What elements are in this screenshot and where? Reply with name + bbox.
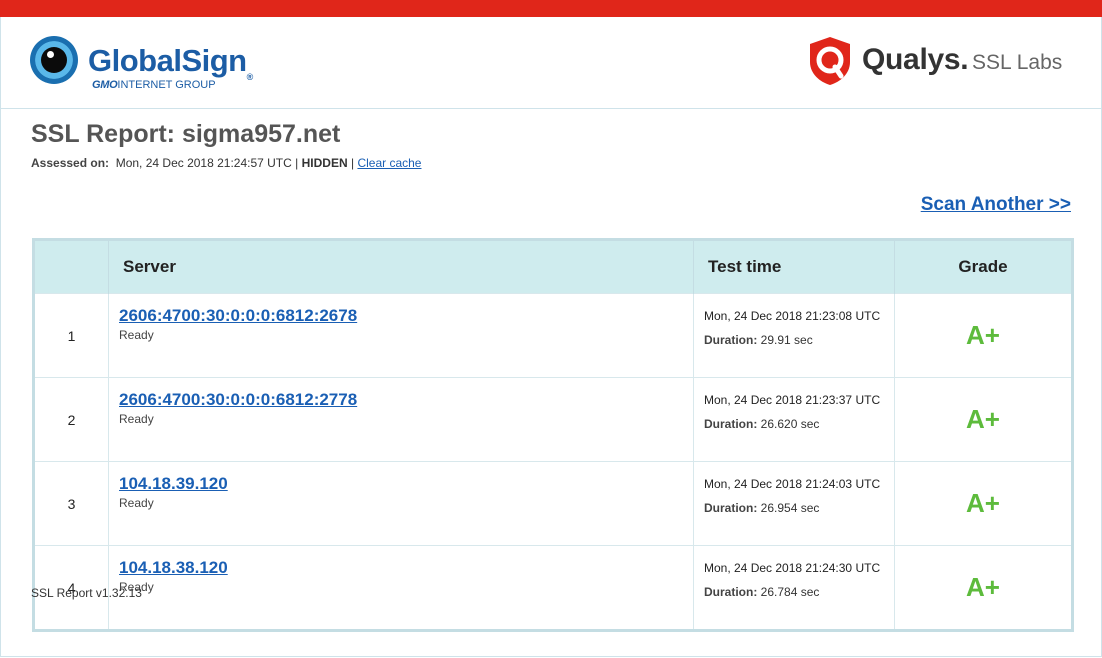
servers-table: Server Test time Grade 1 2606:4700:30:0:… — [32, 238, 1074, 632]
table-row: 3 104.18.39.120 Ready Mon, 24 Dec 2018 21… — [33, 461, 1073, 546]
grade[interactable]: A+ — [894, 293, 1073, 378]
separator: | — [350, 156, 355, 170]
grade[interactable]: A+ — [894, 545, 1073, 631]
header-divider — [0, 108, 1102, 109]
hidden-label: HIDDEN — [301, 156, 348, 170]
qualys-shield-icon — [810, 37, 850, 85]
table-row: 4 104.18.38.120 Ready Mon, 24 Dec 2018 21… — [33, 545, 1073, 631]
test-time: Mon, 24 Dec 2018 21:23:37 UTC — [704, 393, 881, 407]
table-row: 2 2606:4700:30:0:0:0:6812:2778 Ready Mon,… — [33, 377, 1073, 462]
row-number: 1 — [33, 293, 109, 378]
col-server-header: Server — [108, 239, 694, 294]
assessed-label: Assessed on: — [31, 156, 110, 170]
duration: Duration: 26.784 sec — [704, 585, 820, 599]
server-link[interactable]: 2606:4700:30:0:0:0:6812:2678 — [119, 306, 693, 326]
duration: Duration: 29.91 sec — [704, 333, 813, 347]
server-link[interactable]: 104.18.39.120 — [119, 474, 693, 494]
assessed-info: Assessed on: Mon, 24 Dec 2018 21:24:57 U… — [31, 156, 421, 171]
footer-version: SSL Report v1.32.13 — [31, 586, 142, 600]
clear-cache-link[interactable]: Clear cache — [357, 156, 421, 170]
gmo-internet-group: GMOINTERNET GROUP — [92, 79, 216, 91]
test-time: Mon, 24 Dec 2018 21:23:08 UTC — [704, 309, 881, 323]
globalsign-wordmark: GlobalSign® — [88, 43, 253, 83]
duration: Duration: 26.954 sec — [704, 501, 820, 515]
server-status: Ready — [119, 328, 154, 342]
row-number: 2 — [33, 377, 109, 462]
row-number: 3 — [33, 461, 109, 546]
server-link[interactable]: 2606:4700:30:0:0:0:6812:2778 — [119, 390, 693, 410]
page-title: SSL Report: sigma957.net — [31, 120, 341, 148]
qualys-ssl-labs-logo[interactable]: Qualys. SSL Labs — [808, 36, 1078, 86]
grade[interactable]: A+ — [894, 377, 1073, 462]
col-grade-header: Grade — [894, 239, 1073, 294]
eye-logo-icon — [30, 36, 78, 84]
test-time: Mon, 24 Dec 2018 21:24:03 UTC — [704, 477, 881, 491]
assessed-value: Mon, 24 Dec 2018 21:24:57 UTC — [115, 156, 292, 170]
grade[interactable]: A+ — [894, 461, 1073, 546]
qualys-wordmark: Qualys. — [862, 43, 969, 76]
table-header-row: Server Test time Grade — [33, 239, 1073, 294]
server-status: Ready — [119, 412, 154, 426]
col-time-header: Test time — [693, 239, 895, 294]
server-link[interactable]: 104.18.38.120 — [119, 558, 693, 578]
ssl-labs-wordmark: SSL Labs — [972, 51, 1063, 74]
globalsign-logo[interactable]: GlobalSign® GMOINTERNET GROUP — [30, 36, 270, 96]
scan-another-link[interactable]: Scan Another >> — [921, 193, 1071, 217]
duration: Duration: 26.620 sec — [704, 417, 820, 431]
server-status: Ready — [119, 496, 154, 510]
col-num-header — [33, 239, 109, 294]
server-status: Ready — [119, 580, 154, 594]
table-row: 1 2606:4700:30:0:0:0:6812:2678 Ready Mon,… — [33, 293, 1073, 378]
top-red-bar — [0, 0, 1102, 17]
separator: | — [295, 156, 299, 170]
test-time: Mon, 24 Dec 2018 21:24:30 UTC — [704, 561, 881, 575]
